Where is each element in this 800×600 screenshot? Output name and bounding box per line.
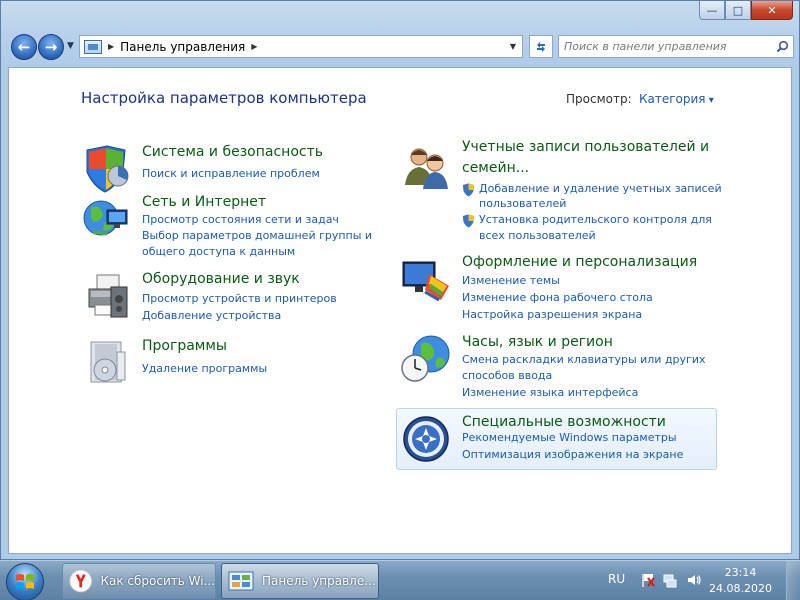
navigation-toolbar: ← → ▼ ▶ Панель управления ▶ ▼ <box>9 33 794 61</box>
link-optimize-display[interactable]: Оптимизация изображения на экране <box>462 447 683 463</box>
category-title-cont[interactable]: семейн... <box>462 160 529 176</box>
breadcrumb-chevron-icon[interactable]: ▶ <box>251 42 257 51</box>
yandex-browser-icon <box>69 569 93 593</box>
action-center-flag-icon[interactable] <box>640 572 656 588</box>
breadcrumb-chevron-icon[interactable]: ▶ <box>108 42 114 51</box>
arrow-right-icon: → <box>44 38 58 56</box>
link-recommended-settings[interactable]: Рекомендуемые Windows параметры <box>462 430 677 446</box>
system-clock[interactable]: 23:14 24.08.2020 <box>709 565 772 597</box>
category-user-accounts: Учетные записи пользователей и семейн...… <box>401 139 722 247</box>
maximize-button[interactable]: □ <box>725 1 751 20</box>
view-label: Просмотр: <box>566 92 632 106</box>
search-input[interactable] <box>559 36 771 57</box>
link-devices-printers[interactable]: Просмотр устройств и принтеров <box>142 291 337 307</box>
refresh-icon <box>537 41 545 52</box>
link-network-status[interactable]: Просмотр состояния сети и задач <box>142 212 339 228</box>
category-title[interactable]: Специальные возможности <box>462 414 666 430</box>
control-panel-window: — □ ✕ ← → ▼ ▶ Панель управления ▶ ▼ Поис… <box>0 0 800 560</box>
address-bar[interactable]: ▶ Панель управления ▶ ▼ <box>79 35 523 58</box>
category-system-security: Система и безопасность Поиск и исправлен… <box>81 144 381 194</box>
users-icon <box>405 148 448 189</box>
clock-globe-icon <box>401 335 450 382</box>
uac-shield-icon <box>463 183 474 197</box>
link-homegroup-cont[interactable]: общего доступа к данным <box>142 244 295 260</box>
arrow-left-icon: ← <box>17 38 31 56</box>
search-icon[interactable] <box>771 40 793 53</box>
link-add-device[interactable]: Добавление устройства <box>142 308 281 324</box>
category-title[interactable]: Программы <box>142 338 227 354</box>
link-keyboard-layout[interactable]: Смена раскладки клавиатуры или других <box>462 352 706 368</box>
taskbar-item-label: Как сбросить Wi... <box>100 574 215 588</box>
personalization-icon <box>402 261 449 302</box>
link-add-remove-accounts[interactable]: Добавление и удаление учетных записей <box>479 181 722 197</box>
clock-date: 24.08.2020 <box>709 582 772 595</box>
programs-icon <box>90 341 126 383</box>
security-shield-icon <box>86 145 129 193</box>
category-title[interactable]: Оборудование и звук <box>142 271 300 287</box>
close-button[interactable]: ✕ <box>751 1 793 20</box>
clock-time: 23:14 <box>724 566 757 579</box>
link-display-language[interactable]: Изменение языка интерфейса <box>462 385 638 401</box>
printer-icon <box>88 274 128 318</box>
link-parental-controls-cont[interactable]: всех пользователей <box>479 228 596 244</box>
ease-of-access-icon <box>403 416 449 462</box>
category-title[interactable]: Оформление и персонализация <box>462 254 697 270</box>
forward-button[interactable]: → <box>38 34 64 60</box>
category-title[interactable]: Учетные записи пользователей и <box>462 139 709 155</box>
volume-icon[interactable] <box>686 572 702 588</box>
refresh-button[interactable] <box>529 35 553 58</box>
recent-pages-dropdown[interactable]: ▼ <box>67 41 74 51</box>
link-keyboard-layout-cont[interactable]: способов ввода <box>462 368 552 384</box>
link-uninstall-program[interactable]: Удаление программы <box>142 361 267 377</box>
network-icon[interactable] <box>662 572 678 588</box>
link-troubleshoot[interactable]: Поиск и исправление проблем <box>142 166 320 182</box>
category-ease-of-access[interactable]: Специальные возможности Рекомендуемые Wi… <box>396 408 721 470</box>
category-hardware-sound: Оборудование и звук Просмотр устройств и… <box>81 271 381 325</box>
taskbar-item-browser[interactable]: Как сбросить Wi... <box>62 563 216 599</box>
taskbar: Как сбросить Wi... Панель управле... RU … <box>0 560 800 600</box>
taskbar-item-control-panel[interactable]: Панель управле... <box>221 563 379 599</box>
windows-logo-icon <box>16 574 34 589</box>
link-homegroup[interactable]: Выбор параметров домашней группы и <box>142 228 372 244</box>
category-title[interactable]: Сеть и Интернет <box>142 194 266 210</box>
input-language-indicator[interactable]: RU <box>608 572 625 586</box>
link-parental-controls[interactable]: Установка родительского контроля для <box>479 212 712 228</box>
category-appearance: Оформление и персонализация Изменение те… <box>401 254 721 321</box>
category-title[interactable]: Часы, язык и регион <box>462 334 613 350</box>
taskbar-item-label: Панель управле... <box>262 574 376 588</box>
address-dropdown-icon[interactable]: ▼ <box>510 42 516 51</box>
link-change-theme[interactable]: Изменение темы <box>462 273 560 289</box>
link-change-background[interactable]: Изменение фона рабочего стола <box>462 290 653 306</box>
search-box <box>558 35 794 58</box>
link-screen-resolution[interactable]: Настройка разрешения экрана <box>462 307 642 323</box>
view-mode-dropdown[interactable]: Категория <box>639 92 714 106</box>
back-button[interactable]: ← <box>11 34 37 60</box>
link-add-remove-accounts-cont[interactable]: пользователей <box>479 196 566 212</box>
start-button[interactable] <box>6 563 44 600</box>
breadcrumb-control-panel[interactable]: Панель управления <box>120 40 245 54</box>
control-panel-icon <box>228 571 254 591</box>
content-pane: Настройка параметров компьютера Просмотр… <box>8 67 792 554</box>
category-programs: Программы Удаление программы <box>81 338 381 388</box>
page-title: Настройка параметров компьютера <box>81 89 367 107</box>
uac-shield-icon <box>463 214 474 228</box>
network-globe-icon <box>83 200 128 236</box>
category-title[interactable]: Система и безопасность <box>142 144 323 160</box>
window-caption-buttons: — □ ✕ <box>699 1 793 20</box>
show-desktop-button[interactable] <box>786 561 800 600</box>
category-network-internet: Сеть и Интернет Просмотр состояния сети … <box>81 194 381 264</box>
category-clock-language-region: Часы, язык и регион Смена раскладки клав… <box>401 334 721 400</box>
minimize-button[interactable]: — <box>699 1 725 20</box>
control-panel-icon <box>84 39 102 54</box>
